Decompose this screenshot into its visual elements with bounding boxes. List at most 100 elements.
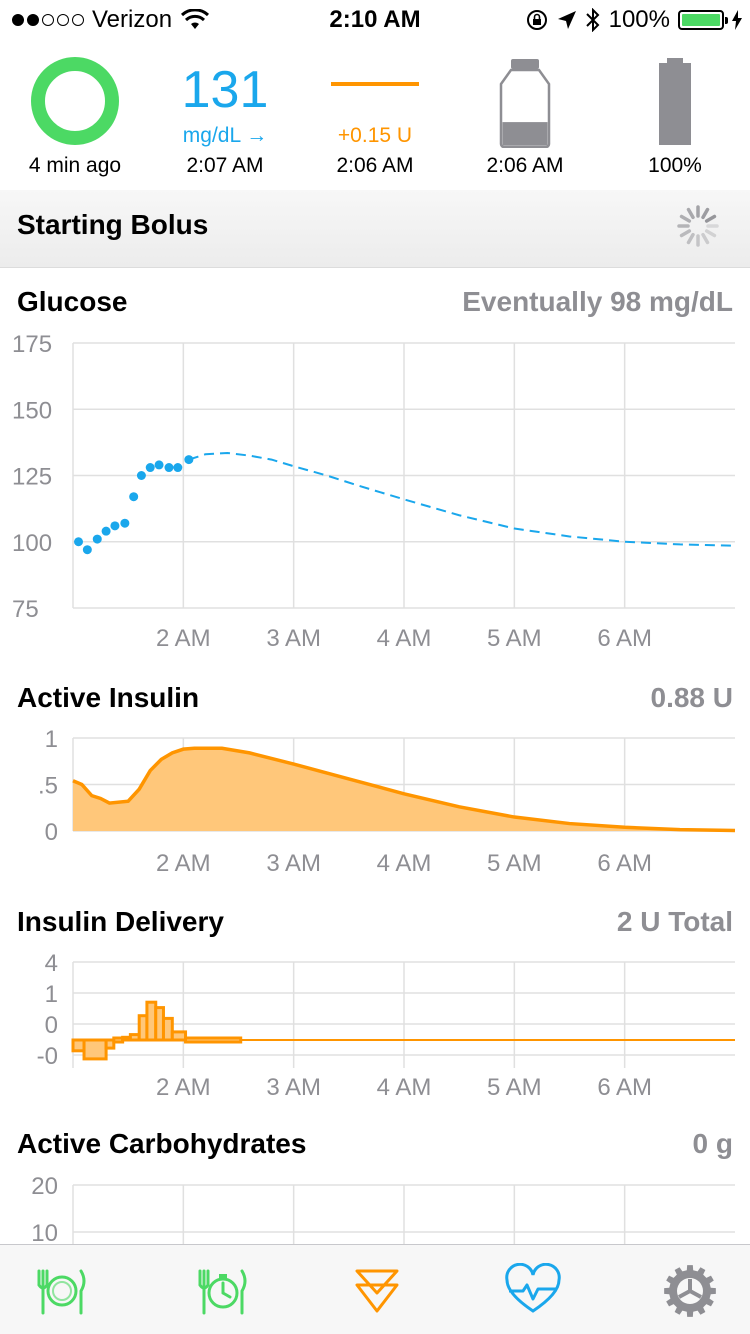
toolbar <box>0 1244 750 1334</box>
loop-ring-icon <box>31 57 119 145</box>
dose-bar <box>82 1038 108 1061</box>
glucose-value: 131 <box>181 61 269 119</box>
active-carbs-value: 0 g <box>692 1128 733 1159</box>
bluetooth-icon <box>585 8 600 32</box>
y-tick-label: 0 <box>45 1012 58 1039</box>
x-tick-label: 5 AM <box>487 625 542 652</box>
x-tick-label: 4 AM <box>377 850 432 877</box>
basal-rate: +0.15 U <box>337 124 413 147</box>
glucose-point <box>173 463 183 473</box>
glucose-point <box>154 460 164 470</box>
spinner-spoke <box>686 207 695 220</box>
y-tick-label: 175 <box>12 331 52 358</box>
insulin-delivery-chart: 4 1 0 -0 2 AM 3 AM 4 AM 5 AM 6 AM <box>37 950 735 1101</box>
glucose-eventual: Eventually 98 mg/dL <box>462 286 733 317</box>
x-tick-label: 3 AM <box>266 625 321 652</box>
y-tick-label: 100 <box>12 530 52 557</box>
spinner-spoke <box>701 232 710 245</box>
glucose-time: 2:07 AM <box>186 154 264 177</box>
status-bar: Verizon 2:10 AM 100% <box>0 0 750 40</box>
reservoir-icon <box>499 59 551 148</box>
active-insulin-value: 0.88 U <box>650 682 734 713</box>
carb-timer-icon[interactable] <box>194 1263 250 1319</box>
y-tick-label: 75 <box>12 596 39 623</box>
y-tick-label: 4 <box>45 950 58 977</box>
loop-age: 4 min ago <box>28 154 122 177</box>
x-tick-label: 6 AM <box>597 850 652 877</box>
settings-gear-icon[interactable] <box>662 1263 718 1319</box>
location-icon <box>557 11 576 29</box>
dose-bar <box>184 1036 243 1044</box>
glucose-unit-trend: mg/dL → <box>182 124 268 147</box>
insulin-delivery-total: 2 U Total <box>616 906 733 937</box>
x-tick-label: 6 AM <box>597 625 652 652</box>
y-tick-label: 1 <box>45 981 58 1008</box>
x-tick-label: 4 AM <box>377 1074 432 1101</box>
status-icons: 100% <box>525 6 742 34</box>
pump-battery-percent: 100% <box>648 154 702 177</box>
y-tick-label: .5 <box>38 773 58 800</box>
active-insulin-title: Active Insulin <box>17 682 200 713</box>
glucose-title: Glucose <box>17 286 128 317</box>
x-tick-label: 3 AM <box>266 1074 321 1101</box>
dose-bar <box>71 1038 86 1053</box>
spinner-spoke <box>704 229 717 238</box>
bolus-icon[interactable] <box>349 1263 405 1319</box>
reservoir-time: 2:06 AM <box>486 154 564 177</box>
glucose-point <box>184 455 194 465</box>
basal-hud[interactable]: +0.15 U 2:06 AM <box>300 40 450 190</box>
health-heart-icon[interactable] <box>505 1263 561 1319</box>
activity-spinner-icon <box>677 205 719 247</box>
x-tick-label: 2 AM <box>156 850 211 877</box>
y-tick-label: -0 <box>37 1043 58 1070</box>
y-tick-label: 20 <box>31 1173 58 1200</box>
glucose-section[interactable]: Glucose Eventually 98 mg/dL 175 150 125 100… <box>0 268 750 668</box>
y-tick-label: 125 <box>12 464 52 491</box>
spinner-spoke <box>679 214 692 223</box>
active-carbs-section[interactable]: Active Carbohydrates 0 g 20 10 <box>0 1118 750 1244</box>
glucose-point <box>145 463 155 473</box>
glucose-chart: 175 150 125 100 75 2 AM 3 AM 4 AM 5 AM 6 AM <box>12 331 736 652</box>
glucose-point <box>82 545 92 555</box>
pump-battery-hud[interactable]: 100% <box>600 40 750 190</box>
insulin-delivery-title: Insulin Delivery <box>17 906 224 937</box>
x-tick-label: 3 AM <box>266 850 321 877</box>
basal-rate-line-icon <box>331 82 419 86</box>
glucose-point <box>74 537 84 547</box>
glucose-hud[interactable]: 131 mg/dL → 2:07 AM <box>150 40 300 190</box>
rotation-lock-icon <box>526 10 547 30</box>
y-tick-label: 10 <box>31 1220 58 1244</box>
status-message: Starting Bolus <box>17 209 209 240</box>
glucose-point <box>101 526 111 536</box>
y-tick-label: 150 <box>12 397 52 424</box>
glucose-point <box>92 534 102 544</box>
carb-entry-icon[interactable] <box>33 1263 89 1319</box>
active-carbs-title: Active Carbohydrates <box>17 1128 307 1159</box>
dose-bar <box>170 1030 188 1042</box>
loop-status-row[interactable]: Starting Bolus <box>0 190 750 268</box>
y-tick-label: 1 <box>45 726 58 753</box>
active-insulin-chart: 1 .5 0 2 AM 3 AM 4 AM 5 AM 6 AM <box>38 726 736 877</box>
battery-icon <box>678 10 728 30</box>
hud: 4 min ago 131 mg/dL → 2:07 AM +0.15 U 2:… <box>0 40 750 190</box>
glucose-point <box>164 463 174 473</box>
glucose-point <box>110 521 120 531</box>
spinner-spoke <box>701 207 710 220</box>
active-insulin-section[interactable]: Active Insulin 0.88 U 1 .5 0 2 AM 3 AM 4 AM 5 … <box>0 668 750 892</box>
glucose-point <box>129 492 139 502</box>
predicted-glucose-line <box>188 451 736 547</box>
x-tick-label: 5 AM <box>487 850 542 877</box>
x-tick-label: 2 AM <box>156 625 211 652</box>
active-carbs-chart: 2010 <box>31 1173 735 1244</box>
charging-icon <box>732 10 742 30</box>
x-tick-label: 6 AM <box>597 1074 652 1101</box>
x-tick-label: 5 AM <box>487 1074 542 1101</box>
spinner-spoke <box>704 214 717 223</box>
insulin-delivery-section[interactable]: Insulin Delivery 2 U Total 4 1 0 -0 2 AM 3 AM… <box>0 892 750 1118</box>
spinner-spoke <box>686 232 695 245</box>
reservoir-hud[interactable]: 2:06 AM <box>450 40 600 190</box>
basal-time: 2:06 AM <box>336 154 414 177</box>
loop-status[interactable]: 4 min ago <box>0 40 150 190</box>
glucose-point <box>136 471 146 480</box>
x-tick-label: 2 AM <box>156 1074 211 1101</box>
